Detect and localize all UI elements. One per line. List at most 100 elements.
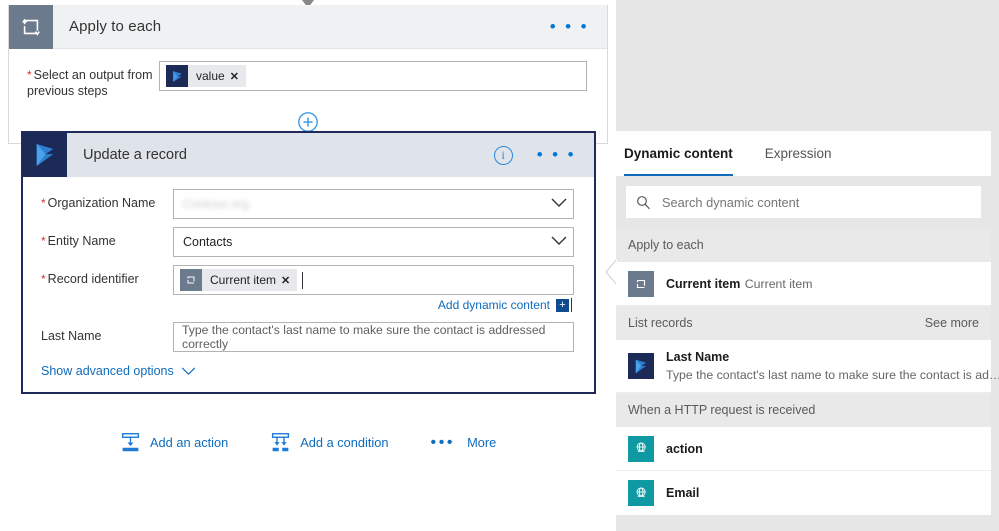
text-caret [571,298,572,312]
dynamic-content-panel: Dynamic content Expression Search dynami… [605,131,999,531]
select-output-field-row: * Select an output from previous steps va… [9,61,607,99]
list-item-title: action [666,441,703,456]
chevron-down-icon [551,235,567,249]
list-item-title: Current item [666,276,741,291]
group-name: Apply to each [628,238,704,252]
last-name-input[interactable]: Type the contact's last name to make sur… [173,322,574,352]
flow-designer-screen: Apply to each • • • * Select an output fr… [0,0,999,531]
see-more-link[interactable]: See more [925,316,979,330]
organization-name-label-text: Organization Name [47,196,156,210]
select-output-label: * Select an output from previous steps [27,61,159,99]
list-item-text: Current item Current item [666,275,979,293]
apply-to-each-header[interactable]: Apply to each • • • [9,4,607,49]
tab-expression-label: Expression [764,146,832,161]
designer-bottom-toolbar: Add an action Add a condition ••• More [0,432,616,453]
organization-name-select[interactable]: Contoso org [173,189,574,219]
loop-icon [628,270,654,297]
list-item[interactable]: Current item Current item [616,262,991,306]
plus-circle-icon[interactable] [297,111,319,133]
token-chip-value[interactable]: value ✕ [166,65,246,87]
tab-dynamic-content[interactable]: Dynamic content [624,131,745,176]
add-a-condition-button[interactable]: Add a condition [270,432,389,453]
list-item-subtitle: Type the contact's last name to make sur… [666,368,999,382]
add-dynamic-content-row: Add dynamic content + [23,295,594,312]
update-a-record-card: Update a record i • • • * Organization Na… [21,131,596,394]
more-button[interactable]: ••• More [430,433,497,451]
dynamic-content-list: Apply to each Current item Current item … [616,228,999,515]
flow-designer-canvas: Apply to each • • • * Select an output fr… [0,0,616,531]
record-identifier-input[interactable]: Current item ✕ [173,265,574,295]
callout-pointer-icon [605,258,617,286]
last-name-value: Type the contact's last name to make sur… [182,323,546,351]
apply-to-each-title: Apply to each [69,18,162,35]
text-caret [302,271,304,289]
required-indicator: * [41,272,46,286]
add-condition-icon [272,433,290,452]
list-item[interactable]: Last Name Type the contact's last name t… [616,340,999,393]
entity-name-select[interactable]: Contacts [173,227,574,257]
globe-icon [628,480,654,506]
record-identifier-label-text: Record identifier [47,272,139,286]
dynamic-content-group-header: List records See more [616,306,991,340]
list-item[interactable]: Email [616,471,991,515]
dynamic-content-group-header: Apply to each [616,228,991,262]
record-identifier-label: * Record identifier [41,265,173,287]
token-chip-current-item[interactable]: Current item ✕ [180,269,298,291]
organization-name-field-row: * Organization Name Contoso org [23,189,594,219]
token-chip-remove-button[interactable]: ✕ [280,274,297,287]
search-placeholder: Search dynamic content [662,194,800,210]
dynamics365-icon [166,65,188,87]
ellipsis-icon: ••• [430,433,456,451]
token-chip-remove-button[interactable]: ✕ [229,70,246,83]
apply-to-each-card: Apply to each • • • * Select an output fr… [8,4,608,144]
more-label: More [467,435,497,450]
entity-name-label: * Entity Name [41,227,173,249]
group-name: List records [628,316,693,330]
globe-icon [628,435,654,462]
apply-to-each-body: * Select an output from previous steps va… [9,49,607,133]
list-item-text: Email [666,484,979,502]
tab-expression[interactable]: Expression [765,131,844,176]
add-step-connector[interactable] [9,111,607,133]
search-icon [637,195,650,209]
list-item-subtitle: Current item [744,276,813,291]
select-output-label-text: Select an output from previous steps [27,68,153,98]
dynamic-content-tabs: Dynamic content Expression [616,131,991,176]
required-indicator: * [27,68,32,82]
required-indicator: * [41,196,46,210]
organization-name-value: Contoso org [183,197,249,211]
update-a-record-body: * Organization Name Contoso org * Entity N… [23,177,594,392]
last-name-label: Last Name [41,329,102,343]
last-name-field-row: Last Name Type the contact's last name t… [23,322,594,352]
show-advanced-options-row[interactable]: Show advanced options [23,352,594,382]
update-a-record-title: Update a record [83,147,187,163]
token-chip-label: Current item [210,273,277,287]
apply-to-each-menu-button[interactable]: • • • [542,18,607,35]
select-output-input[interactable]: value ✕ [159,61,587,91]
search-dynamic-content-input[interactable]: Search dynamic content [626,186,981,218]
organization-name-label: * Organization Name [41,189,173,211]
show-advanced-options-link[interactable]: Show advanced options [41,364,174,378]
chevron-down-icon [181,366,195,375]
update-a-record-menu-button[interactable]: • • • [529,146,594,163]
entity-name-value: Contacts [183,235,233,249]
list-item[interactable]: action [616,427,991,471]
list-item-text: action [666,440,979,458]
dynamic-content-group-header: When a HTTP request is received [616,393,991,427]
add-an-action-button[interactable]: Add an action [120,432,228,453]
list-item-title: Email [666,486,700,500]
tab-dynamic-content-label: Dynamic content [624,146,733,161]
token-chip-label: value [196,69,225,83]
add-dynamic-content-plus-button[interactable]: + [556,298,569,312]
update-a-record-header[interactable]: Update a record i • • • [23,133,594,177]
record-identifier-field-row: * Record identifier Current item ✕ [23,265,594,295]
entity-name-label-text: Entity Name [47,234,116,248]
list-item-text: Last Name Type the contact's last name t… [666,348,999,384]
dynamics365-icon [23,133,67,177]
add-dynamic-content-link[interactable]: Add dynamic content [438,298,550,312]
group-name: When a HTTP request is received [628,403,816,417]
required-indicator: * [41,234,46,248]
add-a-condition-label: Add a condition [300,435,389,450]
info-icon[interactable]: i [493,145,513,165]
add-an-action-label: Add an action [150,435,229,450]
